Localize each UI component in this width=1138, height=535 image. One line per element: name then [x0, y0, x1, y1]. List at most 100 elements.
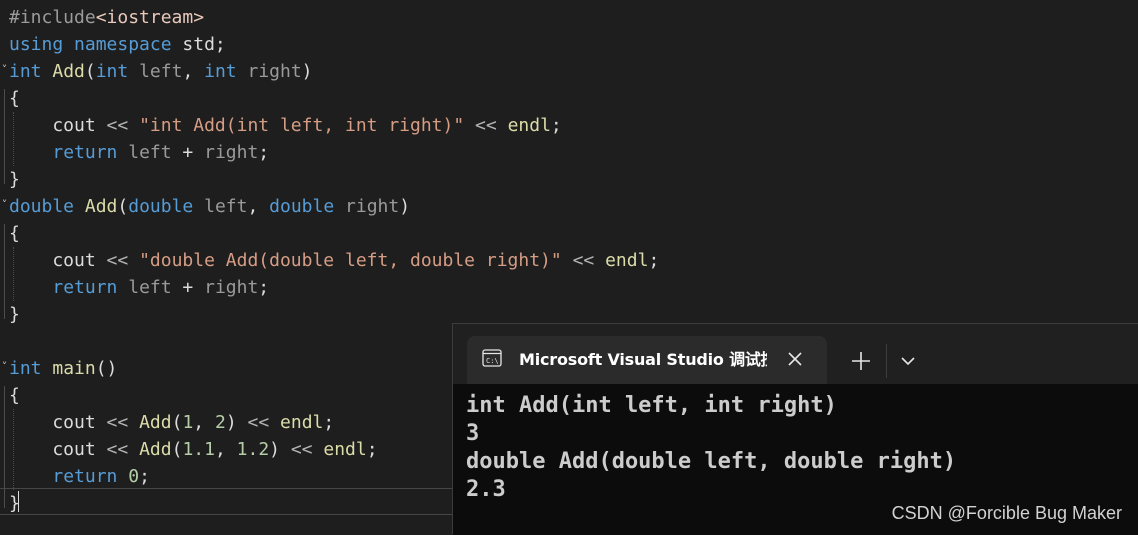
code-token: ( — [171, 439, 183, 460]
tab-title: Microsoft Visual Studio 调试控制台 — [519, 350, 767, 369]
code-token: namespace — [74, 34, 172, 55]
console-app-icon: C:\ — [482, 349, 502, 367]
code-line[interactable]: cout << Add(1, 2) << endl; — [9, 409, 334, 436]
chevron-down-icon[interactable] — [893, 346, 923, 376]
code-line[interactable]: { — [9, 382, 20, 409]
code-line[interactable]: cout << Add(1.1, 1.2) << endl; — [9, 436, 378, 463]
tab-debug-console[interactable]: C:\ Microsoft Visual Studio 调试控制台 — [467, 336, 827, 384]
code-token: endl — [280, 412, 324, 433]
code-line[interactable]: return left + right; — [9, 274, 269, 301]
current-line-highlight — [0, 488, 460, 515]
code-token: + — [171, 277, 205, 298]
code-token: ) — [301, 61, 313, 82]
tab-separator — [886, 344, 887, 378]
code-token: ; — [550, 115, 562, 136]
code-token: left — [139, 61, 183, 82]
output-line: int Add(int left, int right) — [466, 393, 837, 418]
code-token: int — [9, 358, 42, 379]
code-token: left — [128, 277, 172, 298]
code-token: ; — [366, 439, 378, 460]
code-line[interactable]: int main() — [9, 355, 117, 382]
code-line[interactable]: double Add(double left, double right) — [9, 193, 410, 220]
code-token: "double Add(double left, double right)" — [139, 250, 562, 271]
code-token: ( — [117, 196, 129, 217]
code-line[interactable]: return 0; — [9, 463, 150, 490]
code-token: 0 — [128, 466, 140, 487]
output-line: 3 — [466, 421, 480, 446]
code-line[interactable]: int Add(int left, int right) — [9, 58, 313, 85]
code-token: cout — [9, 412, 107, 433]
code-token: Add — [139, 412, 172, 433]
code-token: cout — [9, 115, 107, 136]
fold-chevron-icon[interactable]: ˅ — [0, 353, 9, 380]
code-token: ) — [225, 412, 248, 433]
code-token: int — [9, 61, 42, 82]
code-token: 1.1 — [182, 439, 215, 460]
code-token: } — [9, 304, 20, 325]
code-line[interactable]: cout << "int Add(int left, int right)" <… — [9, 112, 562, 139]
code-token: endl — [605, 250, 649, 271]
code-token: <iostream> — [95, 7, 205, 28]
block-guide — [4, 89, 5, 184]
code-line[interactable]: return left + right; — [9, 139, 269, 166]
code-token: { — [9, 88, 20, 109]
code-token: , — [193, 412, 215, 433]
code-line[interactable]: } — [9, 301, 20, 328]
code-token: << — [247, 412, 270, 433]
code-token: + — [171, 142, 205, 163]
code-token: { — [9, 223, 20, 244]
close-icon[interactable] — [784, 348, 806, 370]
text-caret — [18, 491, 19, 512]
code-token: left — [204, 196, 248, 217]
code-token: } — [9, 169, 20, 190]
fold-chevron-icon[interactable]: ˅ — [0, 56, 9, 83]
code-token: , — [182, 61, 205, 82]
code-line[interactable]: } — [9, 166, 20, 193]
code-token: ) — [399, 196, 411, 217]
code-token: ; — [648, 250, 660, 271]
code-token: int — [95, 61, 129, 82]
code-token: 2 — [214, 412, 226, 433]
block-guide — [4, 386, 5, 508]
code-token: return — [52, 142, 118, 163]
code-line[interactable]: { — [9, 85, 20, 112]
code-token: ; — [258, 142, 270, 163]
code-token: ( — [84, 61, 96, 82]
code-token: << — [106, 115, 129, 136]
plus-icon[interactable] — [846, 346, 876, 376]
code-token: Add — [84, 196, 118, 217]
svg-text:C:\: C:\ — [486, 357, 499, 365]
code-line[interactable]: { — [9, 220, 20, 247]
code-token: return — [52, 466, 118, 487]
code-token: 1 — [182, 412, 194, 433]
code-line[interactable]: using namespace std; — [9, 31, 226, 58]
code-token: cout — [9, 439, 107, 460]
code-token: << — [475, 115, 497, 136]
code-token: double — [9, 196, 75, 217]
code-token: return — [52, 277, 118, 298]
fold-chevron-icon[interactable]: ˅ — [0, 191, 9, 218]
code-token: { — [9, 385, 20, 406]
code-line[interactable]: cout << "double Add(double left, double … — [9, 247, 659, 274]
code-token: << — [572, 250, 595, 271]
code-token: endl — [323, 439, 367, 460]
code-token: , — [214, 439, 237, 460]
code-token: ; — [139, 466, 150, 487]
code-token: () — [95, 358, 118, 379]
code-token: << — [106, 250, 129, 271]
code-line[interactable]: #include<iostream> — [9, 4, 204, 31]
